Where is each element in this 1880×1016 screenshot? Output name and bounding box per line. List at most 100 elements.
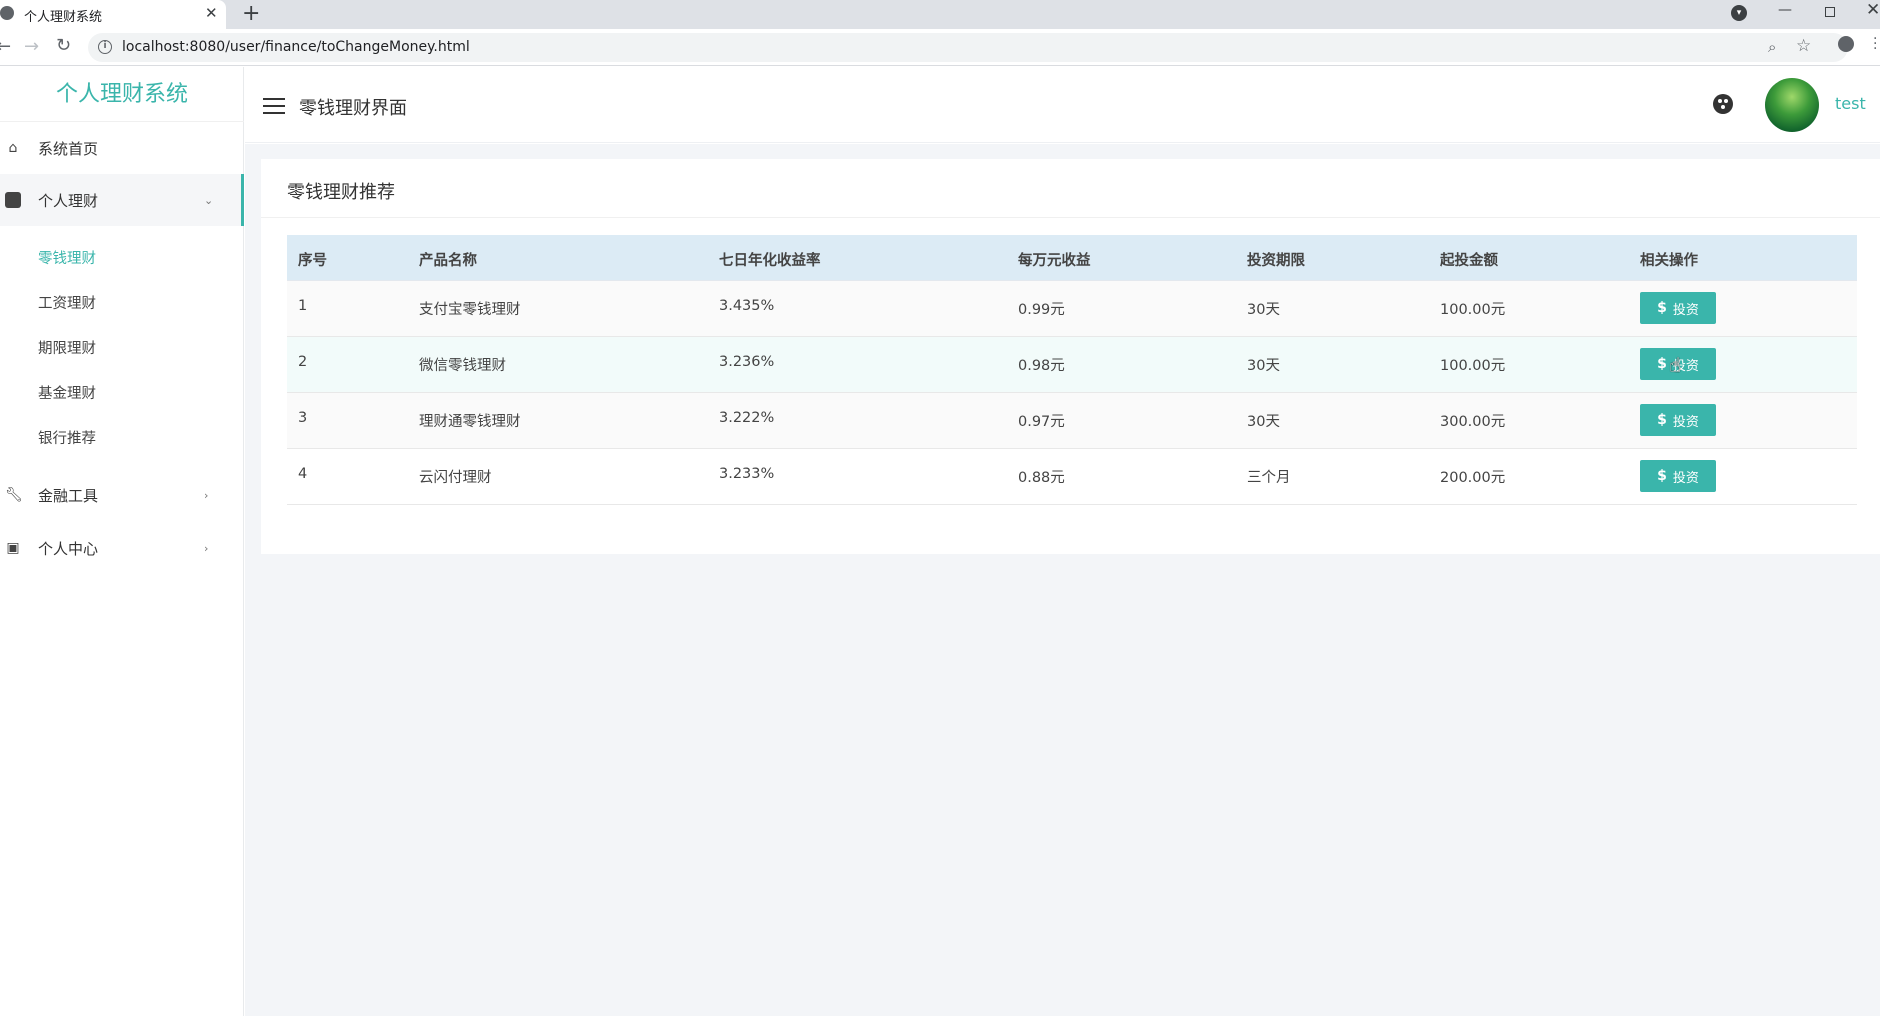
tab-title: 个人理财系统 bbox=[24, 10, 103, 25]
cell-term: 30天 bbox=[1247, 358, 1280, 374]
cell-min-amount: 300.00元 bbox=[1440, 414, 1506, 430]
dollar-icon: $ bbox=[1657, 356, 1667, 372]
invest-button-label: 投资 bbox=[1672, 302, 1699, 318]
cell-name: 理财通零钱理财 bbox=[419, 414, 521, 430]
globe-icon bbox=[0, 6, 14, 20]
sidebar-subitem-term-finance[interactable]: 期限理财 bbox=[0, 324, 244, 368]
table-row: 3 理财通零钱理财 3.222% 0.97元 30天 300.00元 $ 投资 bbox=[287, 393, 1857, 449]
table-row: 1 支付宝零钱理财 3.435% 0.99元 30天 100.00元 $ 投资 bbox=[287, 281, 1857, 337]
address-bar: ← → ↻ i localhost:8080/user/finance/toCh… bbox=[0, 29, 1880, 66]
wrench-icon: 🔧︎ bbox=[5, 487, 23, 503]
bookmark-star-icon[interactable]: ☆ bbox=[1796, 36, 1811, 56]
products-table: 序号 产品名称 七日年化收益率 每万元收益 投资期限 起投金额 相关操作 1 支… bbox=[287, 235, 1857, 505]
browser-tab[interactable]: 个人理财系统 ✕ bbox=[0, 0, 226, 29]
new-tab-button[interactable]: + bbox=[242, 1, 260, 26]
cell-name: 云闪付理财 bbox=[419, 470, 492, 486]
cell-rate: 3.222% bbox=[719, 410, 775, 426]
app-logo[interactable]: 个人理财系统 bbox=[0, 67, 244, 122]
cell-term: 三个月 bbox=[1247, 470, 1291, 486]
cell-min-amount: 200.00元 bbox=[1440, 470, 1506, 486]
user-card-icon: ▣ bbox=[6, 540, 20, 556]
cell-term: 30天 bbox=[1247, 414, 1280, 430]
sidebar-item-label: 金融工具 bbox=[38, 486, 99, 505]
dollar-icon: $ bbox=[1657, 300, 1667, 316]
cell-rate: 3.236% bbox=[719, 354, 775, 370]
profile-icon[interactable] bbox=[1838, 36, 1854, 52]
omnibox[interactable]: i localhost:8080/user/finance/toChangeMo… bbox=[88, 33, 1848, 62]
invest-button[interactable]: $ 投资 bbox=[1640, 460, 1716, 492]
sidebar-subitem-label: 工资理财 bbox=[38, 296, 96, 312]
invest-button[interactable]: $ 投资 bbox=[1640, 292, 1716, 324]
window-close-icon[interactable]: ✕ bbox=[1866, 0, 1880, 20]
sidebar: 个人理财系统 ⌂ 系统首页 $ 个人理财 ⌄ 零钱理财 工资理财 期限理财 基金… bbox=[0, 67, 244, 1016]
sidebar-item-home[interactable]: ⌂ 系统首页 bbox=[0, 122, 244, 174]
zoom-icon[interactable]: ⌕ bbox=[1768, 38, 1776, 56]
chevron-down-icon: ⌄ bbox=[204, 193, 214, 207]
home-icon: ⌂ bbox=[8, 140, 18, 156]
sidebar-subitem-fund-finance[interactable]: 基金理财 bbox=[0, 369, 244, 413]
url-text[interactable]: localhost:8080/user/finance/toChangeMone… bbox=[122, 39, 470, 55]
cell-no: 1 bbox=[298, 298, 308, 314]
cell-per-10k: 0.97元 bbox=[1018, 414, 1065, 430]
hand-cursor-icon: ☝ bbox=[1669, 353, 1682, 377]
invest-button-label: 投资 bbox=[1672, 414, 1699, 430]
column-header: 产品名称 bbox=[419, 253, 477, 269]
cell-per-10k: 0.99元 bbox=[1018, 302, 1065, 318]
hamburger-menu-icon[interactable] bbox=[263, 98, 285, 114]
sidebar-item-finance-tools[interactable]: 🔧︎ 金融工具 › bbox=[0, 469, 244, 521]
palette-icon[interactable] bbox=[1713, 94, 1733, 114]
info-icon[interactable]: i bbox=[98, 40, 112, 54]
cell-per-10k: 0.98元 bbox=[1018, 358, 1065, 374]
cell-name: 支付宝零钱理财 bbox=[419, 302, 521, 318]
sidebar-item-personal-center[interactable]: ▣ 个人中心 › bbox=[0, 522, 244, 574]
username[interactable]: test bbox=[1835, 94, 1866, 113]
dollar-icon: $ bbox=[1657, 412, 1667, 428]
dollar-icon: $ bbox=[5, 192, 21, 208]
cell-per-10k: 0.88元 bbox=[1018, 470, 1065, 486]
column-header: 序号 bbox=[298, 253, 327, 269]
cell-no: 2 bbox=[298, 354, 308, 370]
sidebar-item-label: 个人中心 bbox=[38, 539, 99, 558]
cell-min-amount: 100.00元 bbox=[1440, 358, 1506, 374]
browser-tab-bar: 个人理财系统 ✕ + ▾ — ✕ bbox=[0, 0, 1880, 29]
top-header: 零钱理财界面 test bbox=[245, 67, 1880, 143]
sidebar-item-label: 系统首页 bbox=[38, 139, 99, 158]
cell-term: 30天 bbox=[1247, 302, 1280, 318]
table-header: 序号 产品名称 七日年化收益率 每万元收益 投资期限 起投金额 相关操作 bbox=[287, 235, 1857, 281]
browser-menu-icon[interactable]: · · · bbox=[1873, 32, 1877, 56]
invest-button[interactable]: $ 投资 bbox=[1640, 404, 1716, 436]
sidebar-subitem-change-finance[interactable]: 零钱理财 bbox=[0, 234, 244, 278]
avatar[interactable] bbox=[1765, 78, 1819, 132]
sidebar-subitem-label: 期限理财 bbox=[38, 341, 96, 357]
chevron-right-icon: › bbox=[204, 541, 209, 555]
recommend-card: 零钱理财推荐 序号 产品名称 七日年化收益率 每万元收益 投资期限 起投金额 相… bbox=[261, 159, 1880, 554]
column-header: 起投金额 bbox=[1440, 253, 1498, 269]
column-header: 相关操作 bbox=[1640, 253, 1698, 269]
sidebar-subitem-bank-recommend[interactable]: 银行推荐 bbox=[0, 414, 244, 458]
sidebar-subitem-label: 银行推荐 bbox=[38, 431, 96, 447]
column-header: 七日年化收益率 bbox=[719, 253, 821, 269]
close-tab-icon[interactable]: ✕ bbox=[205, 4, 218, 22]
sidebar-subitem-label: 零钱理财 bbox=[38, 251, 96, 267]
main-content: 零钱理财推荐 序号 产品名称 七日年化收益率 每万元收益 投资期限 起投金额 相… bbox=[245, 144, 1880, 1016]
tab-search-icon[interactable]: ▾ bbox=[1731, 5, 1747, 21]
cell-min-amount: 100.00元 bbox=[1440, 302, 1506, 318]
column-header: 投资期限 bbox=[1247, 253, 1305, 269]
cell-no: 3 bbox=[298, 410, 308, 426]
sidebar-item-personal-finance[interactable]: $ 个人理财 ⌄ bbox=[0, 174, 244, 226]
invest-button-label: 投资 bbox=[1672, 470, 1699, 486]
restore-icon[interactable] bbox=[1825, 7, 1835, 17]
chevron-right-icon: › bbox=[204, 488, 209, 502]
back-arrow-icon[interactable]: ← bbox=[0, 36, 11, 57]
minimize-icon[interactable]: — bbox=[1778, 2, 1792, 18]
column-header: 每万元收益 bbox=[1018, 253, 1091, 269]
sidebar-subitem-salary-finance[interactable]: 工资理财 bbox=[0, 279, 244, 323]
table-row: 4 云闪付理财 3.233% 0.88元 三个月 200.00元 $ 投资 bbox=[287, 449, 1857, 505]
card-title: 零钱理财推荐 bbox=[287, 182, 395, 203]
page-title: 零钱理财界面 bbox=[299, 98, 407, 119]
reload-icon[interactable]: ↻ bbox=[56, 35, 71, 56]
sidebar-subitem-label: 基金理财 bbox=[38, 386, 96, 402]
cell-no: 4 bbox=[298, 466, 308, 482]
cell-name: 微信零钱理财 bbox=[419, 358, 506, 374]
forward-arrow-icon[interactable]: → bbox=[24, 36, 39, 57]
